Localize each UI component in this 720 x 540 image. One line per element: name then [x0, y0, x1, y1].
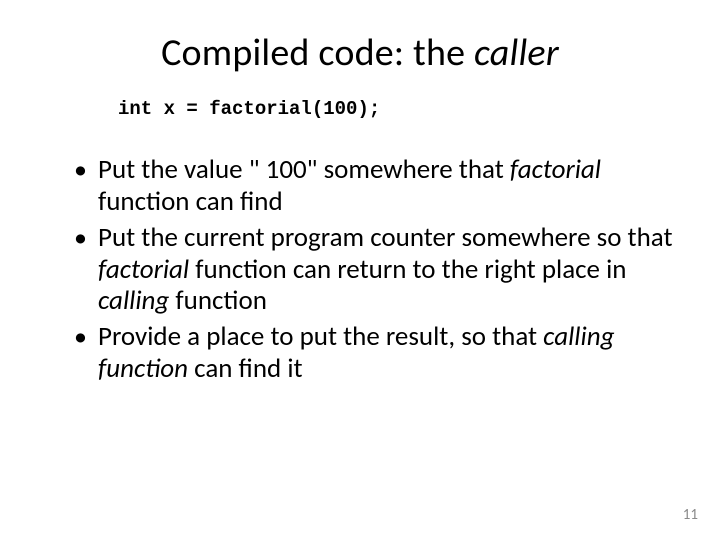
- slide: Compiled code: the caller int x = factor…: [0, 0, 720, 540]
- bullet-list: Put the value " 100" somewhere that fact…: [40, 154, 680, 385]
- bullet-text: can find it: [188, 352, 303, 385]
- bullet-italic: factorial: [98, 253, 189, 286]
- title-text: Compiled code: the: [161, 30, 474, 76]
- page-number: 11: [683, 506, 698, 524]
- list-item: Put the current program counter somewher…: [74, 222, 680, 318]
- bullet-text: function can find: [98, 185, 283, 218]
- slide-title: Compiled code: the caller: [40, 30, 680, 76]
- list-item: Put the value " 100" somewhere that fact…: [74, 154, 680, 218]
- bullet-text: function can return to the right place i…: [189, 253, 626, 286]
- list-item: Provide a place to put the result, so th…: [74, 321, 680, 385]
- bullet-text: function: [169, 284, 267, 317]
- bullet-italic: factorial: [510, 153, 601, 186]
- bullet-italic: calling: [98, 284, 169, 317]
- bullet-text: Put the current program counter somewher…: [98, 221, 673, 254]
- bullet-text: Provide a place to put the result, so th…: [98, 320, 543, 353]
- title-italic: caller: [474, 30, 559, 76]
- code-snippet: int x = factorial(100);: [118, 98, 680, 120]
- bullet-text: Put the value " 100" somewhere that: [98, 153, 510, 186]
